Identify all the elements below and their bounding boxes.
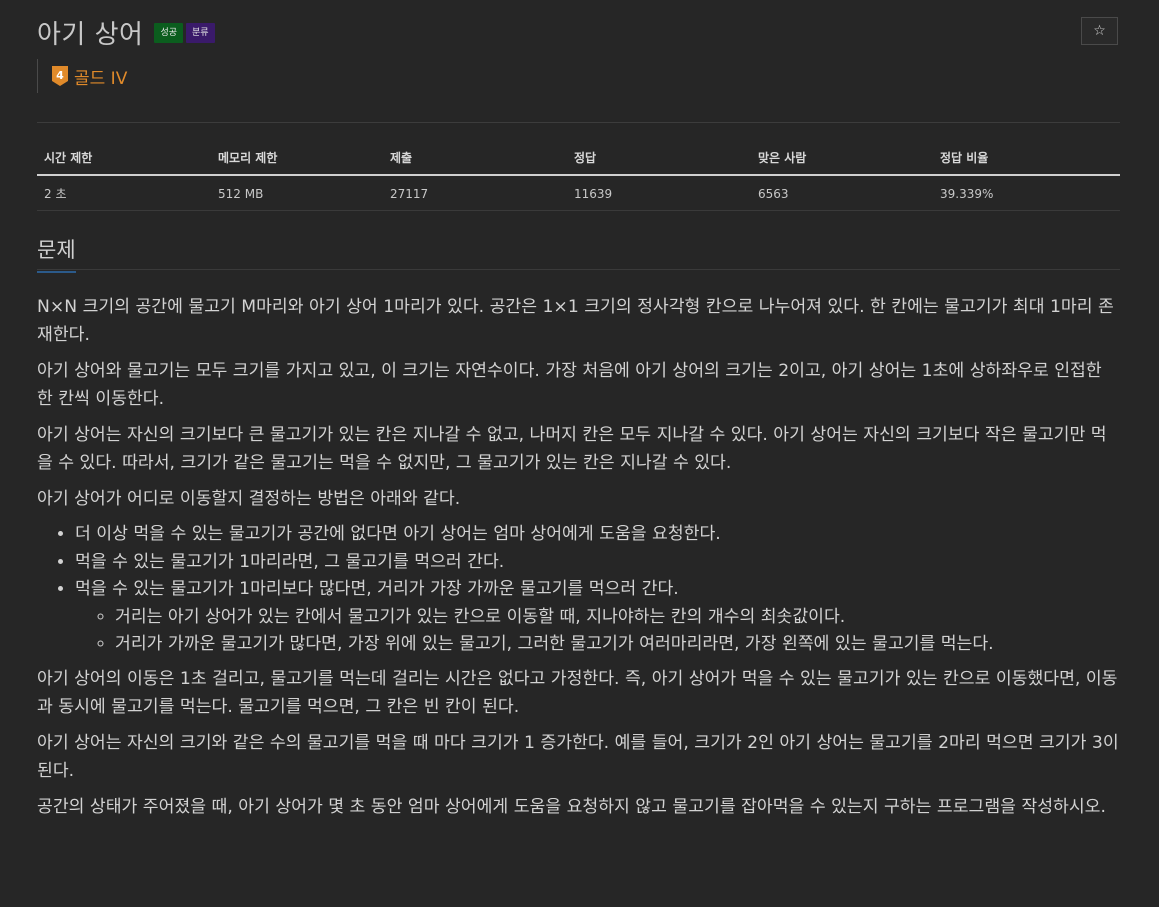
header-solved-users: 맞은 사람 [751,142,933,176]
value-time-limit: 2 초 [37,175,211,211]
description-paragraph: 아기 상어와 물고기는 모두 크기를 가지고 있고, 이 크기는 자연수이다. … [37,361,1102,409]
table-header-row: 시간 제한 메모리 제한 제출 정답 맞은 사람 정답 비율 [37,142,1120,176]
list-item: 거리는 아기 상어가 있는 칸에서 물고기가 있는 칸으로 이동할 때, 지나야… [115,604,1120,632]
tier-label: 골드 IV [74,68,128,89]
tier-number: 4 [56,69,64,82]
problem-title: 아기 상어 [37,20,144,50]
header-accepted: 정답 [567,142,751,176]
value-solved-users[interactable]: 6563 [751,175,933,211]
gold-tier-icon: 4 [52,66,68,86]
problem-info-table: 시간 제한 메모리 제한 제출 정답 맞은 사람 정답 비율 2 초 512 M… [37,142,1120,211]
value-submissions[interactable]: 27117 [383,175,567,211]
description-paragraph: N×N 크기의 공간에 물고기 M마리와 아기 상어 1마리가 있다. 공간은 … [37,297,1114,345]
header-submissions: 제출 [383,142,567,176]
description-paragraph: 아기 상어의 이동은 1초 걸리고, 물고기를 먹는데 걸리는 시간은 없다고 … [37,668,1118,717]
favorite-star-button[interactable]: ☆ [1081,17,1118,45]
title-row: 아기 상어 성공 분류 [37,14,215,51]
list-item-text: 먹을 수 있는 물고기가 1마리보다 많다면, 거리가 가장 가까운 물고기를 … [75,579,679,599]
description-paragraph: 아기 상어는 자신의 크기보다 큰 물고기가 있는 칸은 지나갈 수 없고, 나… [37,425,1107,473]
rules-list: 더 이상 먹을 수 있는 물고기가 공간에 없다면 아기 상어는 엄마 상어에게… [37,521,1120,659]
header-divider [37,122,1120,123]
description-paragraph: 아기 상어가 어디로 이동할지 결정하는 방법은 아래와 같다. [37,489,461,509]
tags-badge[interactable]: 분류 [186,22,215,43]
value-accept-ratio: 39.339% [933,175,1120,211]
section-title: 문제 [37,234,76,273]
value-accepted: 11639 [567,175,751,211]
list-item: 먹을 수 있는 물고기가 1마리라면, 그 물고기를 먹으러 간다. [75,549,1120,577]
sub-rules-list: 거리는 아기 상어가 있는 칸에서 물고기가 있는 칸으로 이동할 때, 지나야… [75,604,1120,659]
success-badge[interactable]: 성공 [154,22,184,43]
header-time-limit: 시간 제한 [37,142,211,176]
header-accept-ratio: 정답 비율 [933,142,1120,176]
star-icon: ☆ [1093,23,1106,39]
table-row: 2 초 512 MB 27117 11639 6563 39.339% [37,175,1120,211]
list-item: 먹을 수 있는 물고기가 1마리보다 많다면, 거리가 가장 가까운 물고기를 … [75,576,1120,659]
description-paragraph: 아기 상어는 자신의 크기와 같은 수의 물고기를 먹을 때 마다 크기가 1 … [37,732,1119,781]
tier-indicator[interactable]: 4 골드 IV [37,59,127,93]
problem-page: 아기 상어 성공 분류 ☆ 4 골드 IV 시간 제한 메모리 제한 제출 정답… [0,0,1159,907]
problem-description: N×N 크기의 공간에 물고기 M마리와 아기 상어 1마리가 있다. 공간은 … [37,293,1120,829]
section-divider [37,269,1120,270]
list-item: 거리가 가까운 물고기가 많다면, 가장 위에 있는 물고기, 그러한 물고기가… [115,631,1120,659]
list-item: 더 이상 먹을 수 있는 물고기가 공간에 없다면 아기 상어는 엄마 상어에게… [75,521,1120,549]
header-memory-limit: 메모리 제한 [211,142,383,176]
description-paragraph: 공간의 상태가 주어졌을 때, 아기 상어가 몇 초 동안 엄마 상어에게 도움… [37,796,1106,817]
value-memory-limit: 512 MB [211,175,383,211]
